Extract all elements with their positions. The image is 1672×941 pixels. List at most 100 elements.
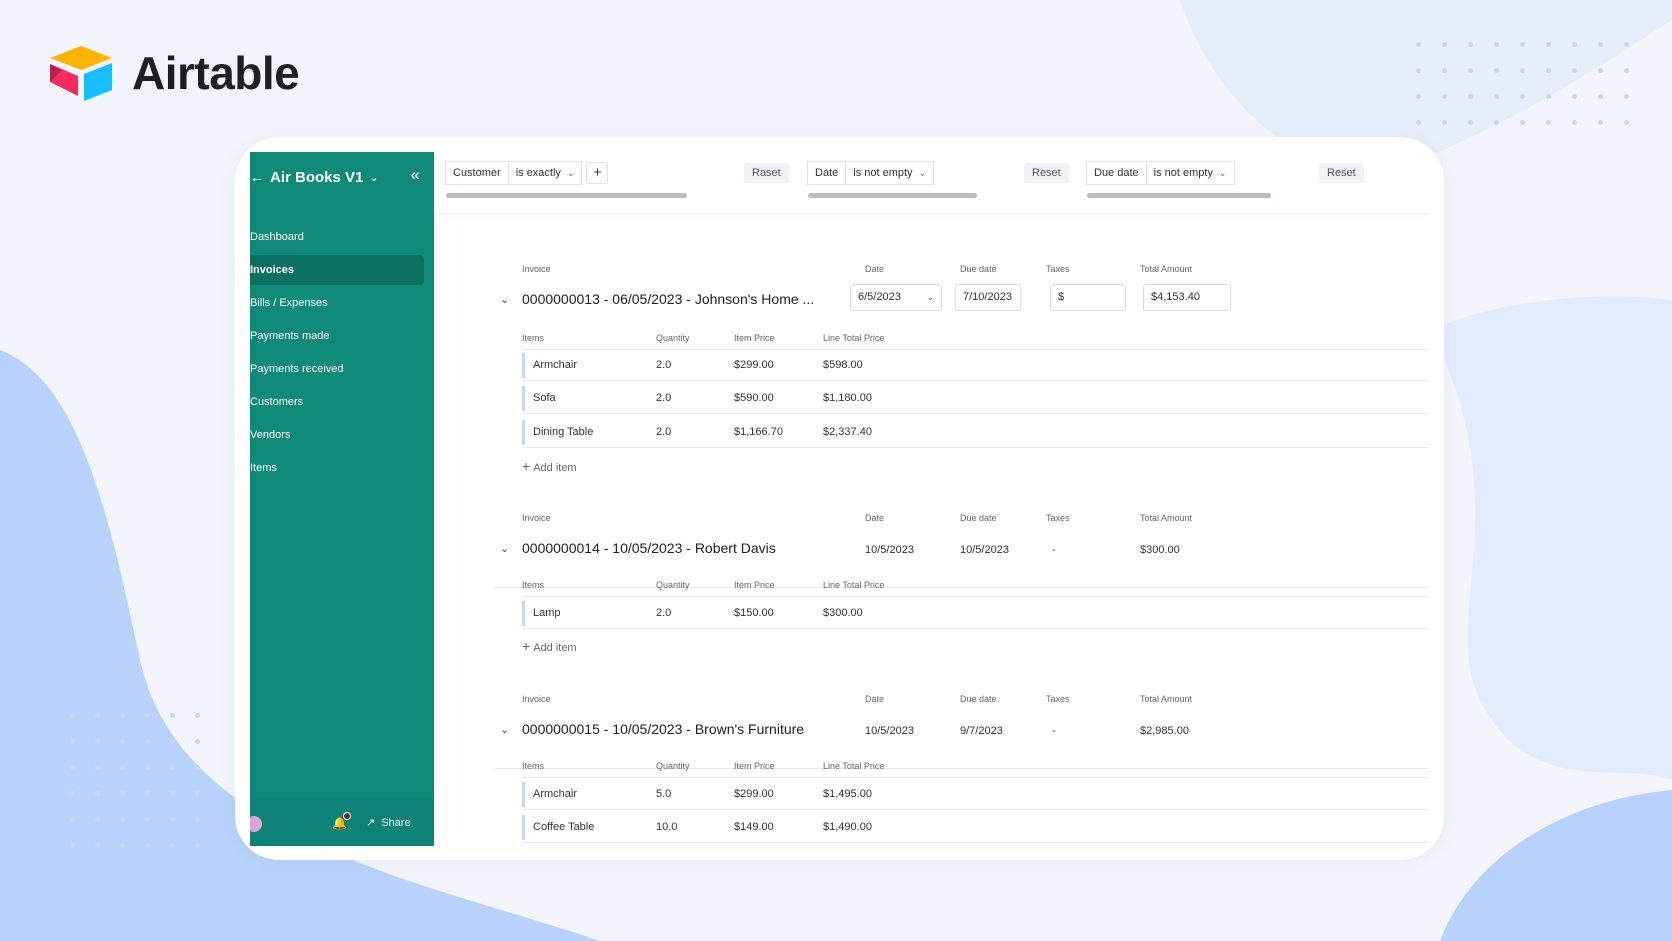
filter-customer: Customer is exactly ⌄ + (445, 161, 609, 185)
scrollbar-date[interactable] (808, 193, 977, 198)
plus-icon: + (522, 638, 531, 654)
invoice-label: Invoice (522, 513, 551, 523)
row-handle[interactable] (522, 420, 525, 445)
scrollbar-customer[interactable] (446, 193, 687, 198)
table-row[interactable]: Dining Table 2.0 $1,166.70 $2,337.40 (522, 417, 1428, 448)
row-handle[interactable] (522, 601, 525, 626)
due-date-value[interactable]: 10/5/2023 (960, 544, 1009, 556)
total-amount-label: Total Amount (1140, 694, 1193, 704)
date-value: 6/5/2023 (858, 291, 901, 303)
items-table-header: Items Quantity Item Price Line Total Pri… (522, 330, 1428, 350)
row-handle[interactable] (522, 386, 525, 411)
avatar[interactable] (250, 816, 262, 832)
row-handle[interactable] (522, 782, 525, 807)
total-amount-label: Total Amount (1140, 264, 1193, 274)
invoice-label: Invoice (522, 264, 551, 274)
item-name: Coffee Table (533, 821, 595, 833)
chevron-down-icon[interactable]: ⌄ (369, 171, 378, 184)
date-value[interactable]: 10/5/2023 (865, 544, 914, 556)
collapse-sidebar-icon[interactable]: « (411, 165, 420, 185)
item-price-header: Item Price (734, 580, 775, 590)
total-amount-field[interactable]: $4,153.40 (1143, 284, 1231, 311)
taxes-label: Taxes (1046, 513, 1070, 523)
items-table-header: Items Quantity Item Price Line Total Pri… (522, 577, 1428, 597)
chevron-down-icon[interactable]: ⌄ (500, 542, 509, 555)
filter-operator-label: is not empty (1153, 167, 1213, 179)
notification-badge (343, 812, 351, 820)
back-arrow-icon[interactable]: ← (250, 169, 264, 185)
add-item-button[interactable]: + Add item (522, 638, 577, 654)
taxes-value[interactable]: - (1052, 725, 1056, 737)
due-date-value[interactable]: 9/7/2023 (960, 725, 1003, 737)
items-table-header: Items Quantity Item Price Line Total Pri… (522, 758, 1428, 778)
filter-date: Date is not empty ⌄ (807, 161, 935, 185)
table-row[interactable]: Coffee Table 10.0 $149.00 $1,490.00 (522, 812, 1428, 843)
due-date-label: Due date (960, 513, 997, 523)
table-row[interactable]: Armchair 2.0 $299.00 $598.00 (522, 350, 1428, 381)
table-row[interactable]: Lamp 2.0 $150.00 $300.00 (522, 598, 1428, 629)
invoice-header-row: ⌄ 0000000014 - 10/05/2023 - Robert Davis… (494, 533, 1428, 588)
taxes-field[interactable]: $ (1050, 284, 1126, 311)
sidebar-item-invoices[interactable]: Invoices (250, 255, 424, 285)
chevron-down-icon[interactable]: ⌄ (500, 293, 509, 306)
sidebar-item-payments-received[interactable]: Payments received (250, 354, 434, 384)
app-title[interactable]: Air Books V1 (270, 169, 363, 186)
reset-button-date[interactable]: Reset (1024, 163, 1069, 183)
item-line-total: $598.00 (823, 359, 863, 371)
due-date-label: Due date (960, 264, 997, 274)
main-content: Customer is exactly ⌄ + Raset Date is not… (434, 152, 1428, 846)
add-item-button[interactable]: + Add item (522, 458, 577, 474)
total-amount-value[interactable]: $300.00 (1140, 544, 1180, 556)
filter-operator-label: is exactly (515, 167, 561, 179)
item-line-total: $2,337.40 (823, 426, 872, 438)
invoice-title[interactable]: 0000000015 - 10/05/2023 - Brown's Furnit… (522, 721, 804, 737)
chevron-down-icon[interactable]: ⌄ (500, 723, 509, 736)
reset-button-customer[interactable]: Raset (744, 163, 789, 183)
taxes-label: Taxes (1046, 264, 1070, 274)
share-label: Share (381, 816, 411, 829)
due-date-label: Due date (960, 694, 997, 704)
scrollbar-due-date[interactable] (1087, 193, 1271, 198)
table-row[interactable]: Armchair 5.0 $299.00 $1,495.00 (522, 779, 1428, 810)
sidebar-item-bills-expenses[interactable]: Bills / Expenses (250, 288, 434, 318)
share-button[interactable]: ↗ Share (366, 816, 411, 830)
sidebar-item-dashboard[interactable]: Dashboard (250, 222, 434, 252)
item-name: Dining Table (533, 426, 594, 438)
invoice-header-row: ⌄ 0000000013 - 06/05/2023 - Johnson's Ho… (494, 284, 1428, 318)
table-row[interactable]: Sofa 2.0 $590.00 $1,180.00 (522, 383, 1428, 414)
item-qty: 2.0 (656, 359, 672, 371)
sidebar: ← Air Books V1 ⌄ « Dashboard Invoices Bi… (250, 152, 434, 846)
items-header: Items (522, 333, 545, 343)
row-handle[interactable] (522, 815, 525, 840)
quantity-header: Quantity (656, 333, 690, 343)
item-qty: 2.0 (656, 607, 672, 619)
filter-operator-customer[interactable]: is exactly ⌄ (508, 161, 583, 185)
filter-field-due-date[interactable]: Due date (1086, 161, 1147, 185)
total-amount-value[interactable]: $2,985.00 (1140, 725, 1189, 737)
plus-icon: + (522, 458, 531, 474)
filter-field-date[interactable]: Date (807, 161, 847, 185)
date-value[interactable]: 10/5/2023 (865, 725, 914, 737)
item-line-total: $1,180.00 (823, 392, 872, 404)
add-item-label: Add item (533, 462, 577, 474)
quantity-header: Quantity (656, 761, 690, 771)
sidebar-item-vendors[interactable]: Vendors (250, 420, 434, 450)
sidebar-item-customers[interactable]: Customers (250, 387, 434, 417)
item-line-total: $1,490.00 (823, 821, 872, 833)
item-qty: 2.0 (656, 426, 672, 438)
filter-field-customer[interactable]: Customer (445, 161, 509, 185)
reset-button-due-date[interactable]: Reset (1319, 163, 1364, 183)
add-filter-button[interactable]: + (586, 162, 609, 184)
filter-operator-due-date[interactable]: is not empty ⌄ (1146, 161, 1235, 185)
due-date-field[interactable]: 7/10/2023 (955, 284, 1021, 311)
taxes-value[interactable]: - (1052, 544, 1056, 556)
row-handle[interactable] (522, 353, 525, 378)
filter-operator-date[interactable]: is not empty ⌄ (846, 161, 935, 185)
date-select[interactable]: 6/5/2023 ⌄ (850, 284, 942, 311)
chevron-down-icon: ⌄ (1218, 168, 1227, 178)
invoice-title[interactable]: 0000000014 - 10/05/2023 - Robert Davis (522, 540, 776, 556)
sidebar-header: ← Air Books V1 ⌄ « (250, 165, 434, 188)
sidebar-item-items[interactable]: Items (250, 453, 434, 483)
sidebar-item-payments-made[interactable]: Payments made (250, 321, 434, 351)
invoice-title[interactable]: 0000000013 - 06/05/2023 - Johnson's Home… (522, 291, 814, 307)
